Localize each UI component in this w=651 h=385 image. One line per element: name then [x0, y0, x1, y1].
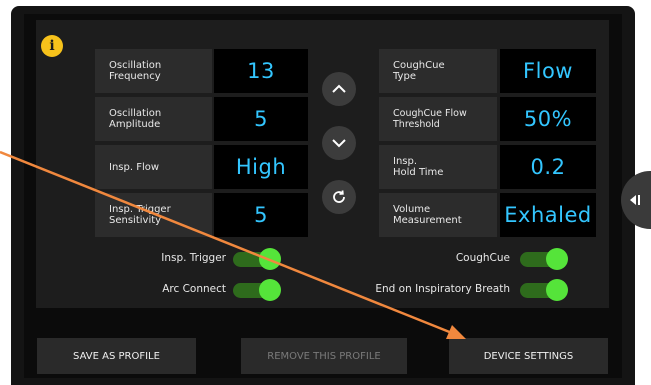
coughcue-toggle-label: CoughCue — [455, 252, 510, 264]
reset-button[interactable] — [322, 180, 356, 214]
device-settings-button[interactable]: DEVICE SETTINGS — [449, 338, 608, 374]
volume-measurement-value[interactable]: Exhaled — [500, 193, 596, 237]
toggle-knob — [546, 279, 568, 301]
arc-connect-toggle[interactable] — [233, 279, 281, 301]
coughcue-flow-threshold-value[interactable]: 50% — [500, 97, 596, 141]
remove-this-profile-button[interactable]: REMOVE THIS PROFILE — [241, 338, 407, 374]
insp-trigger-toggle[interactable] — [233, 248, 281, 270]
chevron-up-icon — [332, 84, 346, 93]
insp-hold-time-value[interactable]: 0.2 — [500, 145, 596, 189]
oscillation-amplitude-value[interactable]: 5 — [214, 97, 308, 141]
coughcue-flow-threshold-label: CoughCue Flow Threshold — [379, 97, 497, 141]
toggle-knob — [259, 248, 281, 270]
save-as-profile-button[interactable]: SAVE AS PROFILE — [37, 338, 196, 374]
toggle-knob — [259, 279, 281, 301]
insp-trigger-sensitivity-value[interactable]: 5 — [214, 193, 308, 237]
oscillation-frequency-label: Oscillation Frequency — [95, 49, 212, 93]
arc-connect-toggle-label: Arc Connect — [162, 283, 226, 295]
insp-flow-label: Insp. Flow — [95, 145, 212, 189]
volume-measurement-label: Volume Measurement — [379, 193, 497, 237]
increase-button[interactable] — [322, 72, 356, 106]
oscillation-frequency-value[interactable]: 13 — [214, 49, 308, 93]
insp-trigger-toggle-label: Insp. Trigger — [161, 252, 226, 264]
info-icon[interactable]: i — [41, 35, 63, 57]
reset-icon — [333, 190, 345, 203]
chevron-down-icon — [332, 139, 346, 148]
end-on-inspiratory-breath-toggle[interactable] — [520, 279, 568, 301]
coughcue-type-value[interactable]: Flow — [500, 49, 596, 93]
oscillation-amplitude-label: Oscillation Amplitude — [95, 97, 212, 141]
coughcue-toggle[interactable] — [520, 248, 568, 270]
insp-flow-value[interactable]: High — [214, 145, 308, 189]
collapse-arrow-icon — [630, 195, 640, 205]
insp-hold-time-label: Insp. Hold Time — [379, 145, 497, 189]
insp-trigger-sensitivity-label: Insp. Trigger Sensitivity — [95, 193, 212, 237]
coughcue-type-label: CoughCue Type — [379, 49, 497, 93]
decrease-button[interactable] — [322, 126, 356, 160]
toggle-knob — [546, 248, 568, 270]
end-on-inspiratory-breath-toggle-label: End on Inspiratory Breath — [375, 283, 510, 295]
